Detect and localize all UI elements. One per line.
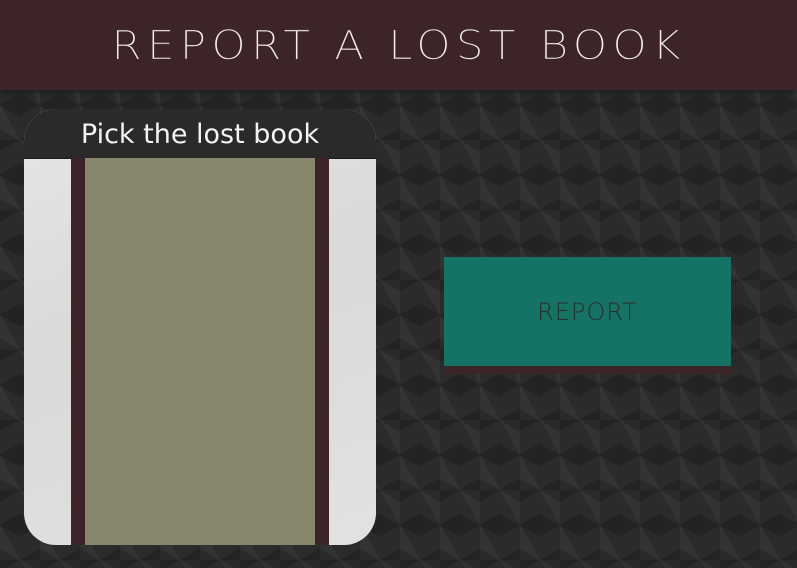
page-title: REPORT A LOST BOOK: [111, 21, 686, 69]
book-list[interactable]: [71, 158, 329, 545]
app-header: REPORT A LOST BOOK: [0, 0, 797, 90]
picker-title: Pick the lost book: [80, 119, 320, 150]
book-list-item-selected[interactable]: [85, 158, 315, 545]
report-button-label: REPORT: [537, 297, 638, 326]
picker-header: Pick the lost book: [24, 109, 376, 159]
book-picker-panel: Pick the lost book: [24, 109, 376, 545]
report-button[interactable]: REPORT: [444, 257, 731, 366]
